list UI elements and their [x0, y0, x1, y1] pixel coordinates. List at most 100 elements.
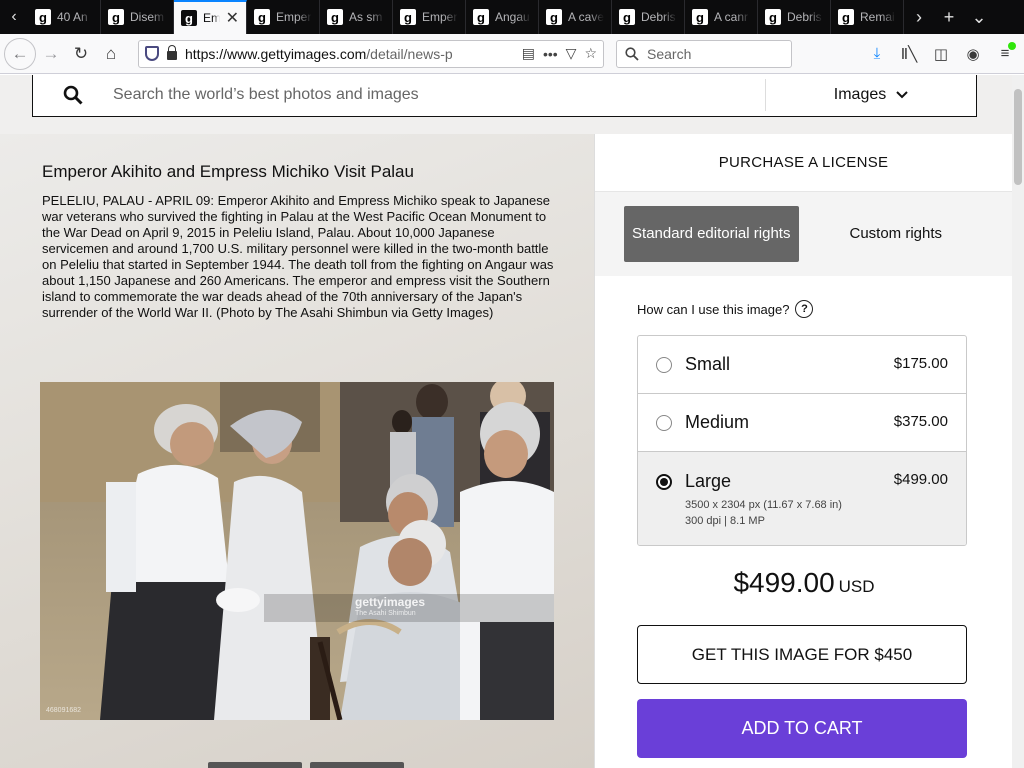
photo-id: 468091682 — [46, 707, 82, 714]
tab-title: Em — [203, 11, 220, 25]
sidebar-icon[interactable]: ◫ — [926, 39, 956, 69]
search-icon — [625, 46, 639, 61]
main-photo[interactable]: gettyimages The Asahi Shimbun 468091682 — [40, 382, 554, 720]
total-currency: USD — [838, 577, 875, 596]
hamburger-menu-icon[interactable]: ≡ — [990, 39, 1020, 69]
size-details: 3500 x 2304 px (11.67 x 7.68 in) 300 dpi… — [685, 497, 842, 529]
tab-title: Emper — [422, 10, 458, 24]
tab-title: 40 An — [57, 10, 88, 24]
new-tab-icon[interactable]: + — [934, 0, 964, 34]
rights-selector: Standard editorial rights Custom rights — [595, 192, 1012, 276]
url-bar[interactable]: https://www.gettyimages.com/detail/news-… — [138, 39, 604, 68]
getty-favicon-icon: g — [35, 9, 51, 25]
getty-favicon-icon: g — [327, 9, 343, 25]
size-price: $375.00 — [893, 412, 948, 430]
site-search-icon[interactable] — [33, 85, 113, 105]
browser-tab-active[interactable]: g Em ✕ — [174, 0, 247, 34]
photo-illustration — [40, 382, 554, 720]
url-text[interactable]: https://www.gettyimages.com/detail/news-… — [185, 46, 514, 62]
image-detail-panel: Emperor Akihito and Empress Michiko Visi… — [0, 134, 594, 768]
browser-tab[interactable]: g As sm — [320, 0, 393, 34]
purchase-panel: PURCHASE A LICENSE Standard editorial ri… — [594, 134, 1012, 768]
lock-icon[interactable] — [167, 45, 177, 60]
bookmark-star-icon[interactable]: ☆ — [584, 45, 597, 62]
browser-tab[interactable]: g A canr — [685, 0, 758, 34]
thumbnail-strip — [208, 762, 404, 768]
chevron-down-icon — [896, 90, 908, 98]
tab-scroll-left-icon[interactable]: ‹ — [0, 0, 28, 34]
total-amount: $499.00 — [733, 567, 835, 598]
tab-title: A cave — [568, 10, 604, 24]
image-caption: PELELIU, PALAU - APRIL 09: Emperor Akihi… — [42, 193, 554, 320]
browser-tab[interactable]: g Debris — [758, 0, 831, 34]
tab-scroll-right-icon[interactable]: › — [904, 0, 934, 34]
page-scrollbar[interactable] — [1012, 75, 1024, 768]
page-content: Emperor Akihito and Empress Michiko Visi… — [0, 75, 1012, 768]
size-option-medium[interactable]: Medium $375.00 — [638, 394, 966, 452]
thumbnail-tab[interactable] — [310, 762, 404, 768]
size-price: $499.00 — [893, 471, 948, 488]
browser-tab[interactable]: g A cave — [539, 0, 612, 34]
close-tab-icon[interactable]: ✕ — [226, 8, 239, 28]
tab-list-chevron-icon[interactable]: ⌄ — [964, 0, 994, 34]
size-radio-small[interactable] — [656, 356, 672, 373]
tab-title: Debris — [787, 10, 822, 24]
tab-bar: ‹ g 40 An g Disem g Em ✕ g Emper g As sm g Empe… — [0, 0, 1024, 34]
tab-title: Emper — [276, 10, 312, 24]
site-search-input[interactable]: Search the world’s best photos and image… — [113, 86, 765, 104]
watermark-credit: The Asahi Shimbun — [355, 610, 416, 617]
tracking-shield-icon[interactable] — [145, 46, 159, 61]
size-dimensions: 3500 x 2304 px (11.67 x 7.68 in) — [685, 499, 842, 511]
browser-tab[interactable]: g Remai — [831, 0, 904, 34]
size-name: Small — [685, 354, 731, 374]
getty-favicon-icon: g — [181, 10, 197, 26]
getty-favicon-icon: g — [254, 9, 270, 25]
back-icon[interactable]: ← — [4, 37, 36, 70]
size-name: Medium — [685, 412, 750, 432]
thumbnail-tab[interactable] — [208, 762, 302, 768]
size-option-small[interactable]: Small $175.00 — [638, 336, 966, 394]
get-this-image-button[interactable]: GET THIS IMAGE FOR $450 — [637, 625, 967, 684]
help-icon[interactable]: ? — [795, 300, 814, 318]
reload-icon[interactable]: ↻ — [66, 39, 96, 69]
browser-tab[interactable]: g 40 An — [28, 0, 101, 34]
getty-favicon-icon: g — [692, 9, 708, 25]
browser-tab[interactable]: g Angau — [466, 0, 539, 34]
getty-favicon-icon: g — [400, 9, 416, 25]
watermark-logo: gettyimages — [355, 595, 426, 609]
add-to-cart-button[interactable]: ADD TO CART — [637, 699, 967, 758]
reader-view-icon[interactable]: ▤ — [522, 45, 535, 62]
browser-tab[interactable]: g Disem — [101, 0, 174, 34]
size-option-large[interactable]: Large $499.00 3500 x 2304 px (11.67 x 7.… — [638, 452, 966, 545]
site-search-bar: Search the world’s best photos and image… — [32, 75, 977, 117]
nav-bar: ← → ↻ ⌂ https://www.gettyimages.com/deta… — [0, 34, 1024, 74]
library-icon[interactable]: Ⅱ╲ — [894, 39, 924, 69]
scrollbar-thumb[interactable] — [1014, 89, 1022, 185]
standard-rights-button[interactable]: Standard editorial rights — [624, 206, 799, 262]
page-actions-icon[interactable]: ••• — [543, 46, 558, 62]
downloads-icon[interactable]: ⤓ — [862, 39, 892, 69]
tab-title: Disem — [130, 10, 165, 24]
browser-search-input[interactable]: Search — [616, 39, 792, 68]
browser-tab[interactable]: g Emper — [247, 0, 320, 34]
forward-icon[interactable]: → — [36, 39, 66, 69]
browser-tab[interactable]: g Debris — [612, 0, 685, 34]
size-name: Large — [685, 471, 732, 491]
account-icon[interactable]: ◉ — [958, 39, 988, 69]
usage-question-text: How can I use this image? — [637, 301, 790, 317]
browser-tab[interactable]: g Emper — [393, 0, 466, 34]
getty-favicon-icon: g — [838, 9, 854, 25]
total-price: $499.00 USD — [595, 567, 1012, 599]
home-icon[interactable]: ⌂ — [96, 39, 126, 69]
tab-title: Debris — [641, 10, 676, 24]
size-options: Small $175.00 Medium $375.00 Large $499.… — [637, 335, 967, 546]
size-radio-large-selected[interactable] — [656, 474, 672, 490]
browser-search-placeholder: Search — [647, 45, 692, 62]
pocket-icon[interactable]: ▽ — [566, 45, 577, 62]
getty-favicon-icon: g — [765, 9, 781, 25]
size-radio-medium[interactable] — [656, 414, 672, 431]
media-type-dropdown[interactable]: Images — [766, 86, 976, 104]
custom-rights-button[interactable]: Custom rights — [809, 206, 984, 262]
getty-favicon-icon: g — [473, 9, 489, 25]
tab-title: Remai — [860, 10, 895, 24]
